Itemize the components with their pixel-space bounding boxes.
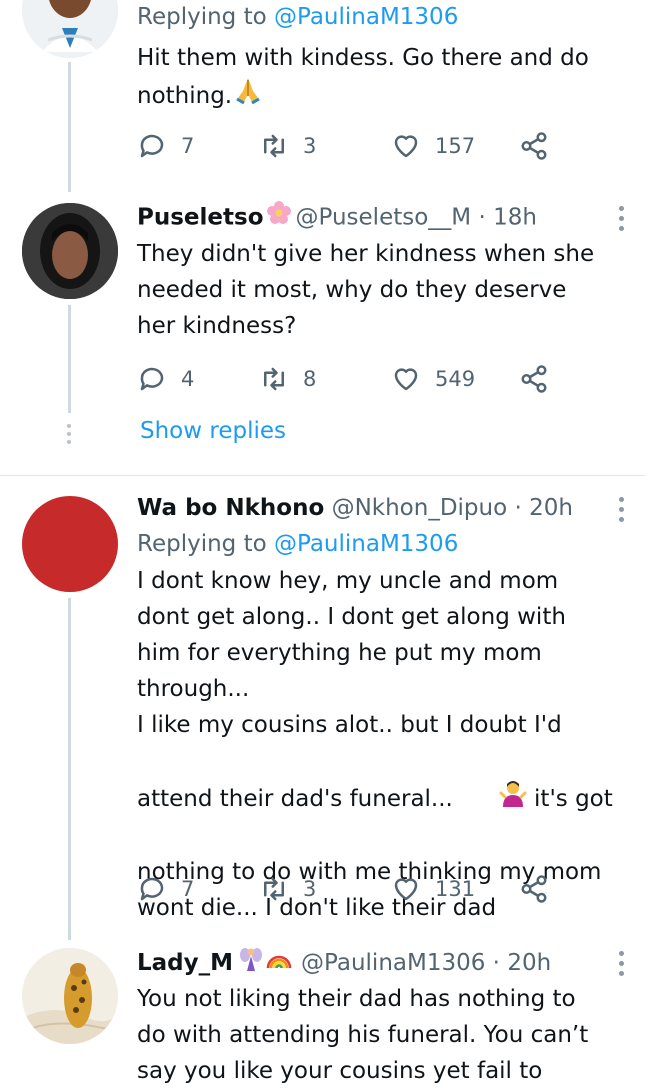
like-count: 131 — [435, 877, 476, 901]
reply-icon — [140, 367, 164, 391]
avatar[interactable] — [22, 0, 118, 58]
share-icon — [521, 132, 547, 160]
separator: · — [507, 495, 530, 521]
replying-to: Replying to @PaulinaM1306 — [137, 527, 633, 561]
share-icon — [521, 365, 547, 393]
more-options-button[interactable] — [617, 951, 625, 976]
like-button[interactable]: 549 — [391, 359, 475, 399]
heart-icon — [394, 878, 418, 901]
share-button[interactable] — [519, 869, 563, 909]
thread-line-top — [68, 62, 71, 192]
handle[interactable]: @PaulinaM1306 — [301, 946, 485, 980]
reply-icon — [140, 877, 164, 901]
text-line: do with attending his funeral. You can’t — [137, 1022, 589, 1048]
text-line: I dont know hey, my uncle and mom — [137, 568, 559, 594]
tweet-header: Puseletso @Puseletso__M · 18h — [137, 200, 633, 236]
reply-count: 7 — [181, 877, 195, 901]
like-count: 549 — [435, 367, 476, 391]
text-line: through... — [137, 676, 250, 702]
avatar[interactable] — [22, 948, 118, 1044]
reply-button[interactable]: 7 — [137, 126, 194, 166]
retweet-count: 8 — [303, 367, 317, 391]
tweet-2: Puseletso @Puseletso__M · 18h They didn'… — [137, 200, 633, 344]
mention-link[interactable]: @PaulinaM1306 — [274, 4, 458, 30]
timestamp[interactable]: 20h — [507, 946, 551, 980]
text-line: say you like your cousins yet fail to — [137, 1058, 543, 1084]
text-line: attend their dad's funeral... — [137, 785, 453, 812]
retweet-count: 3 — [303, 877, 317, 901]
handle[interactable]: @Nkhon_Dipuo — [332, 495, 508, 521]
tweet-header: Lady_M @PaulinaM1306 · 20h — [137, 945, 633, 981]
share-icon — [521, 875, 547, 903]
retweet-button[interactable]: 3 — [259, 126, 316, 166]
tweet-1: Replying to @PaulinaM1306 Hit them with … — [137, 0, 633, 115]
timestamp[interactable]: 18h — [493, 205, 537, 231]
tweet-text: You not liking their dad has nothing to … — [137, 981, 633, 1089]
tweet-actions: 7 3 157 — [137, 126, 605, 166]
rainbow-emoji — [265, 946, 293, 980]
mention-link[interactable]: @PaulinaM1306 — [274, 531, 458, 557]
tweet-actions: 7 3 131 — [137, 869, 605, 909]
reply-button[interactable]: 7 — [137, 869, 194, 909]
tweet-header: Wa bo Nkhono @Nkhon_Dipuo · 20h — [137, 491, 633, 525]
replying-label: Replying to — [137, 4, 274, 30]
display-name[interactable]: Lady_M — [137, 946, 233, 980]
person-shrugging-emoji — [455, 743, 527, 854]
replying-label: Replying to — [137, 531, 274, 557]
tweet-actions: 4 8 549 — [137, 359, 605, 399]
replying-to: Replying to @PaulinaM1306 — [137, 0, 633, 34]
thread-collapsed-dots — [66, 424, 72, 444]
tweet-text: They didn't give her kindness when she n… — [137, 236, 633, 344]
separator: · — [485, 950, 508, 976]
tweet-text: Hit them with kindess. Go there and do n… — [137, 40, 633, 115]
more-options-button[interactable] — [617, 206, 625, 231]
text-line: it's got — [526, 785, 613, 812]
thread-line-second — [68, 305, 71, 413]
reply-button[interactable]: 4 — [137, 359, 194, 399]
tweet-4: Lady_M @PaulinaM1306 · 20h You not likin… — [137, 945, 633, 1089]
more-options-button[interactable] — [617, 497, 625, 522]
timestamp[interactable]: 20h — [529, 495, 573, 521]
handle[interactable]: @Puseletso__M — [296, 205, 472, 231]
separator: · — [471, 204, 494, 231]
display-name[interactable]: Wa bo Nkhono — [137, 495, 324, 521]
retweet-button[interactable]: 3 — [259, 869, 316, 909]
text-line: dont get along.. I dont get along with — [137, 604, 566, 630]
retweet-icon — [264, 877, 284, 901]
text-line: needed it most, why do they deserve — [137, 277, 567, 303]
thread-line-third — [68, 598, 71, 940]
like-button[interactable]: 157 — [391, 126, 475, 166]
retweet-button[interactable]: 8 — [259, 359, 316, 399]
reply-count: 7 — [181, 134, 195, 158]
like-count: 157 — [435, 134, 476, 158]
text-line: You not liking their dad has nothing to — [137, 986, 576, 1012]
retweet-icon — [264, 134, 284, 158]
heart-icon — [394, 135, 418, 158]
like-button[interactable]: 131 — [391, 869, 475, 909]
reply-icon — [140, 134, 164, 158]
text-line: nothing. — [137, 82, 233, 109]
display-name[interactable]: Puseletso — [137, 205, 264, 231]
text-line: Hit them with kindess. Go there and do — [137, 45, 589, 71]
folded-hands-emoji — [234, 76, 262, 115]
retweet-icon — [264, 367, 284, 391]
heart-icon — [394, 368, 418, 391]
text-line: him for everything he put my mom — [137, 640, 542, 666]
reply-count: 4 — [181, 367, 195, 391]
flower-emoji — [266, 200, 292, 236]
share-button[interactable] — [519, 359, 563, 399]
avatar[interactable] — [22, 203, 118, 299]
avatar[interactable] — [22, 496, 118, 592]
tweet-3: Wa bo Nkhono @Nkhon_Dipuo · 20h Replying… — [137, 491, 633, 926]
share-button[interactable] — [519, 126, 563, 166]
text-line: I like my cousins alot.. but I doubt I'd — [137, 712, 562, 738]
text-line: her kindness? — [137, 313, 297, 339]
fairy-emoji — [239, 945, 263, 981]
show-replies-link[interactable]: Show replies — [140, 418, 286, 444]
divider — [0, 475, 645, 476]
text-line: They didn't give her kindness when she — [137, 241, 595, 267]
retweet-count: 3 — [303, 134, 317, 158]
